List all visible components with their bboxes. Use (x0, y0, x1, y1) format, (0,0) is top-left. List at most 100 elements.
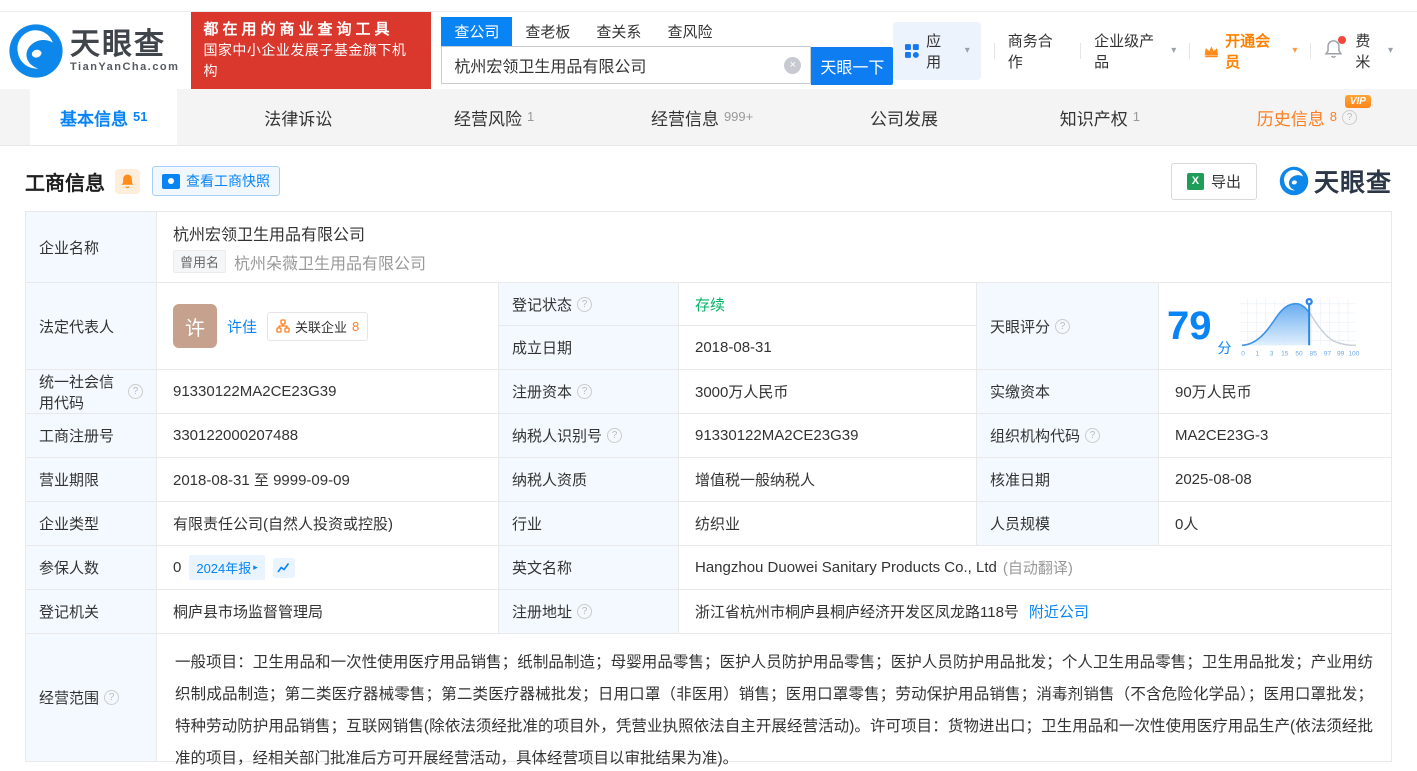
enterprise-label: 企业级产品 (1094, 32, 1155, 71)
help-icon[interactable]: ? (577, 604, 593, 619)
staff-size: 0人 (1175, 516, 1199, 533)
notification-dot (1338, 35, 1347, 44)
search-input[interactable] (441, 46, 812, 84)
tab-count: 1 (1132, 108, 1140, 124)
search-tab-company[interactable]: 查公司 (441, 16, 513, 46)
tab-count: 1 (526, 108, 535, 124)
label-text: 登记状态 (512, 296, 573, 314)
status-badge: 存续 (695, 296, 726, 314)
apps-menu-button[interactable]: 应用 ▾ (893, 21, 981, 80)
menu-business-cooperation[interactable]: 商务合作 (1008, 30, 1067, 72)
field-value-approval-date: 2025-08-08 (1158, 457, 1391, 501)
approval-date: 2025-08-08 (1175, 471, 1252, 488)
label-text: 组织机构代码 (990, 428, 1081, 445)
insured-trend-chart-button[interactable] (272, 557, 295, 578)
monitor-bell-button[interactable] (115, 168, 140, 194)
divider (993, 42, 995, 59)
search-tab-risk[interactable]: 查风险 (654, 17, 725, 46)
tab-company-development[interactable]: 公司发展 (840, 89, 973, 145)
legal-rep-name-link[interactable]: 许佳 (227, 316, 257, 337)
help-icon[interactable]: ? (577, 296, 593, 312)
field-value-insured-count: 0 2024年报 ▸ (156, 545, 498, 589)
field-label-founded-date: 成立日期 (498, 325, 678, 369)
field-value-staff-size: 0人 (1158, 501, 1391, 545)
related-label: 关联企业 (295, 319, 348, 335)
export-label: 导出 (1210, 173, 1241, 191)
field-label-business-term: 营业期限 (26, 457, 156, 501)
crown-icon (1204, 45, 1219, 57)
field-label-org-code: 组织机构代码 ? (976, 413, 1158, 457)
nearby-companies-link[interactable]: 附近公司 (1029, 601, 1089, 622)
tab-label: 历史信息 (1256, 109, 1325, 129)
user-menu[interactable]: 费米 ▾ (1355, 30, 1393, 72)
field-value-reg-status: 存续 (678, 282, 976, 325)
apps-label: 应用 (926, 32, 942, 71)
search-button[interactable]: 天眼一下 (811, 46, 894, 85)
view-business-snapshot-button[interactable]: 查看工商快照 (152, 166, 280, 196)
business-scope-text: 一般项目：卫生用品和一次性使用医疗用品销售；纸制品制造；母婴用品零售；医护人员防… (175, 654, 1373, 767)
registration-authority: 桐庐县市场监督管理局 (173, 604, 324, 621)
tab-intellectual-property[interactable]: 知识产权 1 (1030, 89, 1170, 145)
snapshot-label: 查看工商快照 (186, 173, 270, 189)
annual-report-link[interactable]: 2024年报 ▸ (189, 555, 265, 580)
help-icon[interactable]: ? (1055, 318, 1071, 334)
label-text: 工商注册号 (39, 428, 115, 445)
help-icon[interactable]: ? (1341, 109, 1357, 125)
tab-label: 知识产权 (1059, 109, 1128, 129)
field-label-taxpayer-id: 纳税人识别号 ? (498, 413, 678, 457)
line-chart-icon (277, 562, 290, 572)
help-icon[interactable]: ? (104, 690, 120, 705)
english-name: Hangzhou Duowei Sanitary Products Co., L… (695, 559, 997, 576)
legal-rep-avatar[interactable]: 许 (173, 304, 217, 348)
tab-business-info[interactable]: 经营信息 999+ (621, 89, 783, 145)
field-value-reg-number: 330122000207488 (156, 413, 498, 457)
menu-enterprise-products[interactable]: 企业级产品 ▾ (1094, 30, 1176, 72)
field-value-tyc-score[interactable]: 79 分 0 1 3 15 50 85 97 99 100 (1158, 282, 1391, 369)
field-value-paid-capital: 90万人民币 (1158, 369, 1391, 413)
registered-capital: 3000万人民币 (695, 384, 789, 401)
field-label-registered-capital: 注册资本 ? (498, 369, 678, 413)
label-text: 统一社会信用代码 (39, 373, 115, 412)
insured-count: 0 (173, 559, 182, 576)
score-unit: 分 (1217, 340, 1232, 356)
tab-history-info[interactable]: VIP 历史信息 8 ? (1227, 89, 1387, 145)
org-chart-icon (276, 319, 290, 333)
industry: 纺织业 (695, 516, 741, 533)
field-label-registered-address: 注册地址 ? (498, 589, 678, 633)
tianyancha-logo[interactable]: 天眼查 TianYanCha.com (8, 23, 179, 79)
search-tabs: 查公司 查老板 查关系 查风险 (441, 16, 812, 47)
top-divider (0, 0, 1417, 12)
help-icon[interactable]: ? (128, 384, 143, 399)
tab-basic-info[interactable]: 基本信息 51 (30, 89, 178, 145)
related-companies-badge[interactable]: 关联企业 8 (267, 311, 369, 341)
score-axis-labels: 0 1 3 15 50 85 97 99 100 (1241, 350, 1359, 357)
logo-domain: TianYanCha.com (70, 60, 180, 73)
export-button[interactable]: X 导出 (1170, 162, 1257, 200)
label-text: 纳税人识别号 (512, 428, 603, 445)
field-label-business-scope: 经营范围 ? (26, 633, 156, 761)
chevron-down-icon: ▾ (1171, 45, 1177, 56)
tab-label: 经营信息 (650, 109, 719, 129)
svg-text:1: 1 (1255, 350, 1259, 357)
help-icon[interactable]: ? (577, 384, 593, 399)
search-tab-boss[interactable]: 查老板 (512, 17, 583, 46)
notifications-bell-button[interactable] (1324, 35, 1347, 63)
field-value-industry: 纺织业 (678, 501, 976, 545)
help-icon[interactable]: ? (607, 428, 623, 443)
clear-search-icon[interactable]: × (784, 56, 802, 74)
help-icon[interactable]: ? (1085, 428, 1101, 443)
paid-capital: 90万人民币 (1175, 384, 1252, 401)
divider (1080, 42, 1082, 59)
field-label-paid-capital: 实缴资本 (976, 369, 1158, 413)
label-text: 营业期限 (39, 472, 100, 489)
registered-address: 浙江省杭州市桐庐县桐庐经济开发区凤龙路118号 (695, 604, 1019, 621)
tab-business-risk[interactable]: 经营风险 1 (424, 89, 564, 145)
open-vip-button[interactable]: 开通会员 ▾ (1203, 30, 1297, 72)
field-value-business-term: 2018-08-31 至 9999-09-09 (156, 457, 498, 501)
search-tab-relation[interactable]: 查关系 (583, 17, 654, 46)
slogan-line1: 都在用的商业查询工具 (203, 21, 394, 38)
related-count: 8 (352, 318, 360, 334)
vip-label: 开通会员 (1225, 32, 1271, 71)
label-text: 纳税人资质 (512, 472, 588, 489)
tab-legal-proceedings[interactable]: 法律诉讼 (234, 89, 367, 145)
